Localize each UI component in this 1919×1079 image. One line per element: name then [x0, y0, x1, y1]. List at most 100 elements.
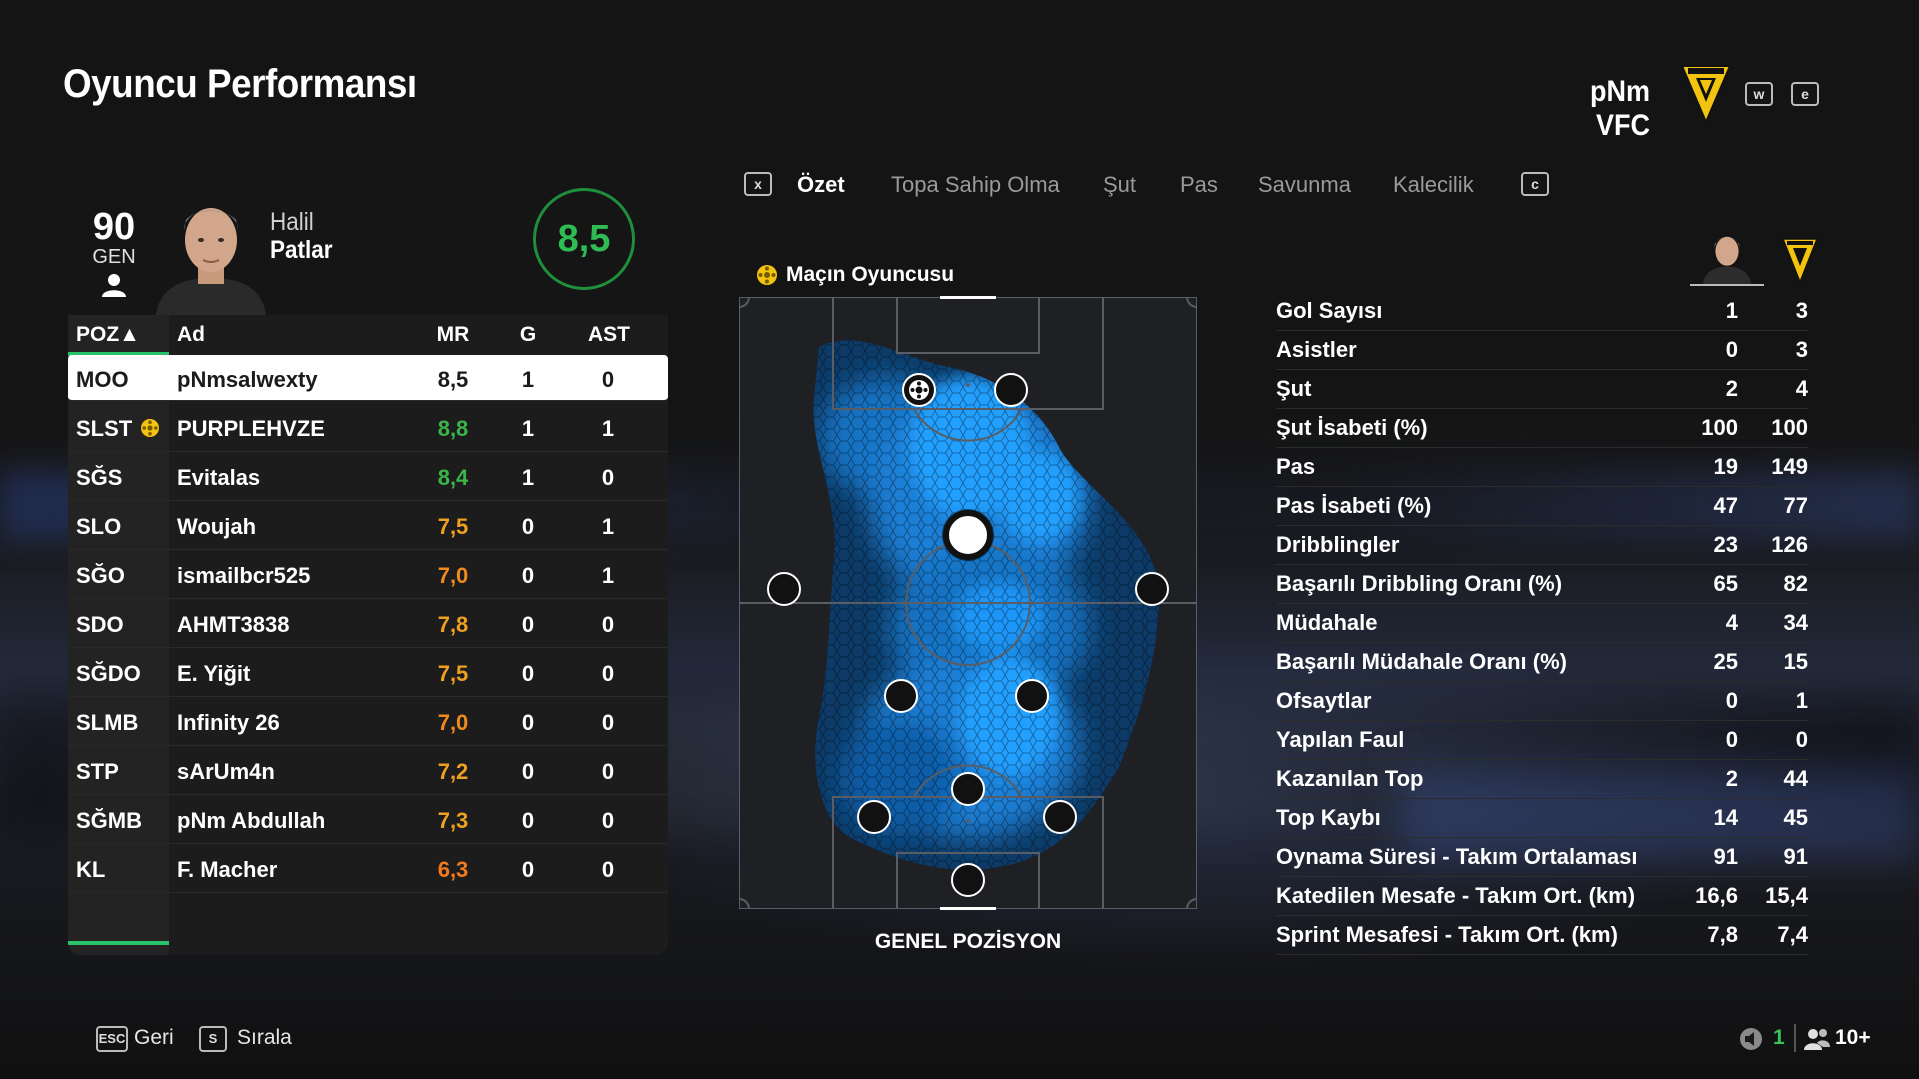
player-assists: 1	[601, 416, 615, 441]
header-assists[interactable]: AST	[588, 323, 630, 347]
player-assists: 0	[601, 465, 615, 490]
tab-0[interactable]: Özet	[797, 172, 845, 198]
stat-label: Kazanılan Top	[1276, 766, 1424, 791]
stat-team-value: 45	[1783, 805, 1808, 830]
player-goals: 0	[521, 661, 535, 686]
position-heatmap	[739, 297, 1197, 909]
player-match-rating: 8,5	[437, 367, 469, 392]
tab-1[interactable]: Topa Sahip Olma	[891, 172, 1060, 198]
back-key[interactable]: ESC	[96, 1026, 128, 1052]
stat-row: Pas İsabeti (%) 47 77	[1276, 487, 1808, 526]
man-of-the-match-icon	[757, 265, 777, 285]
player-match-rating: 7,0	[437, 563, 469, 588]
stat-team-value: 3	[1795, 337, 1808, 362]
next-club-key[interactable]: e	[1791, 82, 1819, 106]
player-assists: 0	[601, 759, 615, 784]
header-goals[interactable]: G	[508, 323, 548, 347]
player-position: STP	[76, 759, 119, 784]
sort-key[interactable]: S	[199, 1026, 227, 1052]
tab-2[interactable]: Şut	[1103, 172, 1136, 198]
stat-row: Katedilen Mesafe - Takım Ort. (km) 16,6 15…	[1276, 877, 1808, 916]
stat-team-value: 91	[1783, 844, 1808, 869]
table-header: POZ▲ Ad MR G AST	[68, 315, 668, 355]
stat-team-value: 1	[1795, 688, 1808, 713]
club-crest-icon	[1680, 65, 1732, 124]
stat-player-value: 4	[1725, 610, 1738, 635]
tab-3[interactable]: Pas	[1180, 172, 1218, 198]
table-row[interactable]: SLO Woujah 7,5 0 1	[68, 502, 668, 550]
table-row[interactable]: SĞO ismailbcr525 7,0 0 1	[68, 551, 668, 599]
player-overall-label: GEN	[92, 246, 136, 268]
stat-label: Pas İsabeti (%)	[1276, 493, 1432, 518]
player-assists: 0	[601, 857, 615, 882]
player-name: Infinity 26	[177, 710, 280, 735]
pitch-bottom-marker	[940, 907, 996, 910]
header-position[interactable]: POZ▲	[76, 323, 140, 347]
tab-next-key[interactable]: c	[1521, 172, 1549, 196]
stat-player-value: 23	[1713, 532, 1738, 557]
stat-row: Ofsaytlar 0 1	[1276, 682, 1808, 721]
table-row[interactable]: SLMB Infinity 26 7,0 0 0	[68, 698, 668, 746]
back-label[interactable]: Geri	[134, 1026, 174, 1050]
stat-player-value: 2	[1725, 766, 1738, 791]
tab-4[interactable]: Savunma	[1258, 172, 1351, 198]
player-match-rating: 7,8	[437, 612, 469, 637]
stat-label: Pas	[1276, 454, 1316, 479]
player-assists: 0	[601, 612, 615, 637]
player-match-rating: 7,5	[437, 514, 469, 539]
table-row[interactable]: STP sArUm4n 7,2 0 0	[68, 747, 668, 795]
team-crest-small-icon	[1782, 238, 1818, 284]
player-name: Woujah	[177, 514, 257, 539]
stat-label: Asistler	[1276, 337, 1357, 362]
player-match-rating: 8,4	[437, 465, 469, 490]
stat-player-value: 0	[1725, 688, 1738, 713]
stat-label: Yapılan Faul	[1276, 727, 1405, 752]
stat-team-value: 126	[1771, 532, 1808, 557]
stat-player-value: 16,6	[1695, 883, 1738, 908]
table-row[interactable]: MOO pNmsalwexty 8,5 1 0	[68, 355, 668, 401]
tab-prev-key[interactable]: x	[744, 172, 772, 196]
player-list-panel: 90 GEN Halil Patlar 8,5 POZ▲ Ad MR G AST…	[68, 160, 668, 955]
sort-label[interactable]: Sırala	[237, 1026, 292, 1050]
scroll-indicator	[68, 941, 169, 945]
tab-5[interactable]: Kalecilik	[1393, 172, 1474, 198]
stat-player-value: 91	[1713, 844, 1738, 869]
stat-player-value: 1	[1725, 298, 1738, 323]
player-match-rating: 7,5	[437, 661, 469, 686]
players-online-count: 10+	[1835, 1026, 1871, 1049]
stat-team-value: 7,4	[1777, 922, 1808, 947]
player-match-rating: 8,8	[437, 416, 469, 441]
table-row[interactable]: KL F. Macher 6,3 0 0	[68, 845, 668, 893]
header-match-rating[interactable]: MR	[428, 323, 478, 347]
player-goals: 0	[521, 857, 535, 882]
player-position: SLMB	[76, 710, 139, 735]
selected-player-card: 90 GEN Halil Patlar 8,5	[68, 160, 668, 315]
table-row[interactable]: SĞMB pNm Abdullah 7,3 0 0	[68, 796, 668, 844]
player-goals: 0	[521, 612, 535, 637]
stat-player-value: 47	[1713, 493, 1738, 518]
header-name[interactable]: Ad	[177, 323, 205, 347]
stat-label: Dribblingler	[1276, 532, 1400, 557]
stat-row: Pas 19 149	[1276, 448, 1808, 487]
stat-row: Gol Sayısı 1 3	[1276, 292, 1808, 331]
player-match-rating: 7,2	[437, 759, 469, 784]
player-position: SĞDO	[76, 661, 141, 686]
player-position: SĞS	[76, 465, 123, 490]
table-row[interactable]: SĞS Evitalas 8,4 1 0	[68, 453, 668, 501]
stat-team-value: 15	[1783, 649, 1808, 674]
table-row[interactable]: SLST PURPLEHVZE 8,8 1 1	[68, 404, 668, 452]
player-goals: 0	[521, 759, 535, 784]
table-row[interactable]: SDO AHMT3838 7,8 0 0	[68, 600, 668, 648]
pitch-top-marker	[940, 296, 996, 299]
table-row[interactable]: SĞDO E. Yiğit 7,5 0 0	[68, 649, 668, 697]
voice-count: 1	[1773, 1026, 1785, 1049]
players-online-icon	[1804, 1029, 1830, 1050]
stat-player-value: 100	[1701, 415, 1738, 440]
prev-club-key[interactable]: w	[1745, 82, 1773, 106]
player-first-name: Halil	[270, 208, 314, 236]
stat-player-value: 14	[1713, 805, 1738, 830]
stat-label: Başarılı Dribbling Oranı (%)	[1276, 571, 1563, 596]
player-match-rating: 7,0	[437, 710, 469, 735]
stat-row: Müdahale 4 34	[1276, 604, 1808, 643]
player-name: ismailbcr525	[177, 563, 311, 588]
